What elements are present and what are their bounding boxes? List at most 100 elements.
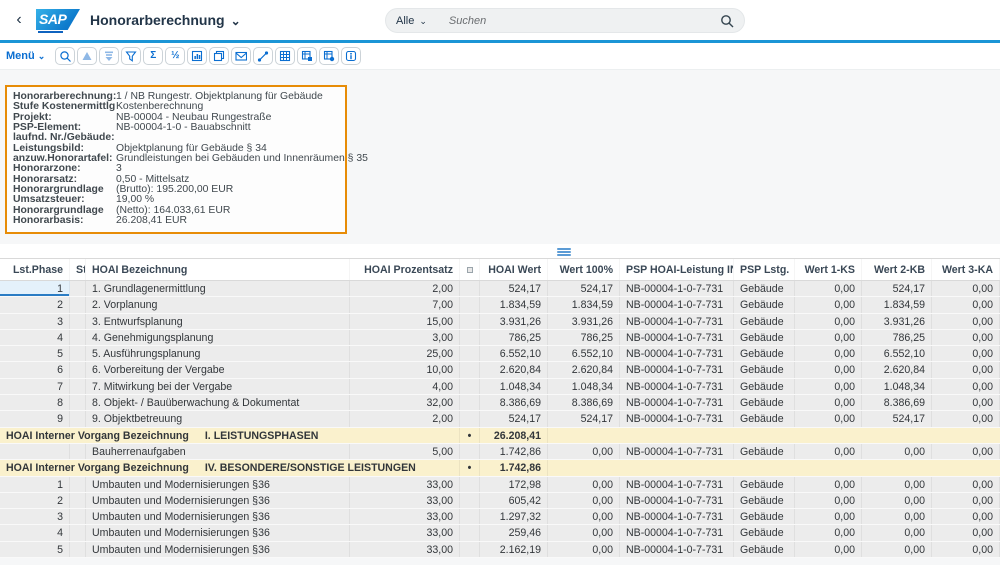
cell-dot[interactable] xyxy=(460,395,480,410)
link-button[interactable] xyxy=(253,47,273,65)
cell-phase[interactable]: 3 xyxy=(0,509,70,524)
search-bar[interactable]: Alle⌄ Suchen xyxy=(385,8,745,33)
cell-w3ka[interactable]: 0,00 xyxy=(932,444,1000,459)
table-row[interactable]: 1Umbauten und Modernisierungen §3633,001… xyxy=(0,477,1000,493)
table-row[interactable]: 66. Vorbereitung der Vergabe10,002.620,8… xyxy=(0,362,1000,378)
cell-st[interactable] xyxy=(70,444,86,459)
cell-proz[interactable]: 2,00 xyxy=(350,411,460,426)
cell-dot[interactable] xyxy=(460,493,480,508)
table-row[interactable]: 99. Objektbetreuung2,00524,17524,17NB-00… xyxy=(0,411,1000,427)
menu-button[interactable]: Menü⌄ xyxy=(6,50,45,62)
cell-phase[interactable] xyxy=(0,444,70,459)
cell-st[interactable] xyxy=(70,297,86,312)
cell-proz[interactable]: 15,00 xyxy=(350,314,460,329)
cell-st[interactable] xyxy=(70,330,86,345)
cell-bez[interactable]: 2. Vorplanung xyxy=(86,297,350,312)
cell-psp[interactable]: NB-00004-1-0-7-731 xyxy=(620,542,734,557)
search-scope-select[interactable]: Alle⌄ xyxy=(396,15,427,27)
cell-proz[interactable]: 33,00 xyxy=(350,509,460,524)
cell-lstg[interactable]: Gebäude xyxy=(734,395,795,410)
cell-psp[interactable]: NB-00004-1-0-7-731 xyxy=(620,395,734,410)
cell-bez[interactable]: Umbauten und Modernisierungen §36 xyxy=(86,525,350,540)
cell-dot[interactable] xyxy=(460,346,480,361)
cell-w3ka[interactable]: 0,00 xyxy=(932,525,1000,540)
cell-w2kb[interactable]: 8.386,69 xyxy=(862,395,932,410)
cell-wert[interactable]: 605,42 xyxy=(480,493,548,508)
cell-st[interactable] xyxy=(70,542,86,557)
cell-lstg[interactable]: Gebäude xyxy=(734,379,795,394)
cell-phase[interactable]: 2 xyxy=(0,493,70,508)
cell-wert[interactable]: 8.386,69 xyxy=(480,395,548,410)
cell-w100[interactable]: 8.386,69 xyxy=(548,395,620,410)
cell-w100[interactable]: 1.048,34 xyxy=(548,379,620,394)
cell-w1ks[interactable]: 0,00 xyxy=(795,281,862,296)
cell-bez[interactable]: 9. Objektbetreuung xyxy=(86,411,350,426)
cell-st[interactable] xyxy=(70,379,86,394)
column-header-w1ks[interactable]: Wert 1-KS xyxy=(795,259,862,280)
cell-w2kb[interactable]: 2.620,84 xyxy=(862,362,932,377)
cell-wert[interactable]: 1.048,34 xyxy=(480,379,548,394)
cell-psp[interactable]: NB-00004-1-0-7-731 xyxy=(620,314,734,329)
search-button[interactable] xyxy=(55,47,75,65)
cell-phase[interactable]: 7 xyxy=(0,379,70,394)
cell-proz[interactable]: 25,00 xyxy=(350,346,460,361)
cell-w2kb[interactable]: 6.552,10 xyxy=(862,346,932,361)
cell-bez[interactable]: Umbauten und Modernisierungen §36 xyxy=(86,493,350,508)
cell-w100[interactable]: 1.834,59 xyxy=(548,297,620,312)
cell-w3ka[interactable]: 0,00 xyxy=(932,281,1000,296)
cell-w3ka[interactable]: 0,00 xyxy=(932,542,1000,557)
sum-button[interactable]: Σ xyxy=(143,47,163,65)
cell-w100[interactable]: 524,17 xyxy=(548,281,620,296)
table-row[interactable]: 2 Umbauten und Modernisierungen §3633,00 6… xyxy=(0,493,1000,509)
cell-lstg[interactable]: Gebäude xyxy=(734,444,795,459)
cell-dot[interactable] xyxy=(460,379,480,394)
grid-button[interactable] xyxy=(275,47,295,65)
table-row[interactable]: 3Umbauten und Modernisierungen §3633,001… xyxy=(0,509,1000,525)
cell-proz[interactable]: 33,00 xyxy=(350,493,460,508)
cell-dot[interactable] xyxy=(460,542,480,557)
cell-st[interactable] xyxy=(70,346,86,361)
cell-phase[interactable]: 4 xyxy=(0,525,70,540)
cell-w1ks[interactable]: 0,00 xyxy=(795,379,862,394)
cell-psp[interactable]: NB-00004-1-0-7-731 xyxy=(620,509,734,524)
table-row[interactable]: 33. Entwurfsplanung15,003.931,263.931,26… xyxy=(0,314,1000,330)
cell-phase[interactable]: 5 xyxy=(0,346,70,361)
column-header-w100[interactable]: Wert 100% xyxy=(548,259,620,280)
cell-w1ks[interactable]: 0,00 xyxy=(795,314,862,329)
cell-dot[interactable] xyxy=(460,297,480,312)
cell-lstg[interactable]: Gebäude xyxy=(734,477,795,492)
cell-phase[interactable]: 6 xyxy=(0,362,70,377)
column-header-w2kb[interactable]: Wert 2-KB xyxy=(862,259,932,280)
table-row[interactable]: 5Umbauten und Modernisierungen §3633,002… xyxy=(0,542,1000,558)
cell-w1ks[interactable]: 0,00 xyxy=(795,362,862,377)
cell-psp[interactable]: NB-00004-1-0-7-731 xyxy=(620,444,734,459)
cell-st[interactable] xyxy=(70,493,86,508)
cell-bez[interactable]: 5. Ausführungsplanung xyxy=(86,346,350,361)
cell-bez[interactable]: 1. Grundlagenermittlung xyxy=(86,281,350,296)
cell-proz[interactable]: 32,00 xyxy=(350,395,460,410)
group-subtotal-row[interactable]: HOAI Interner Vorgang BezeichnungIV. BES… xyxy=(0,460,1000,476)
column-header-wert[interactable]: HOAI Wert xyxy=(480,259,548,280)
cell-lstg[interactable]: Gebäude xyxy=(734,362,795,377)
cell-psp[interactable]: NB-00004-1-0-7-731 xyxy=(620,379,734,394)
cell-phase[interactable]: 5 xyxy=(0,542,70,557)
cell-phase[interactable]: 2 xyxy=(0,297,70,312)
cell-dot[interactable] xyxy=(460,525,480,540)
cell-w3ka[interactable]: 0,00 xyxy=(932,509,1000,524)
cell-w2kb[interactable]: 0,00 xyxy=(862,542,932,557)
cell-lstg[interactable]: Gebäude xyxy=(734,493,795,508)
cell-psp[interactable]: NB-00004-1-0-7-731 xyxy=(620,346,734,361)
cell-bez[interactable]: 8. Objekt- / Bauüberwachung & Dokumentat xyxy=(86,395,350,410)
cell-w1ks[interactable]: 0,00 xyxy=(795,542,862,557)
cell-wert[interactable]: 172,98 xyxy=(480,477,548,492)
cell-lstg[interactable]: Gebäude xyxy=(734,297,795,312)
cell-bez[interactable]: 4. Genehmigungsplanung xyxy=(86,330,350,345)
table-row[interactable]: 44. Genehmigungsplanung3,00786,25786,25N… xyxy=(0,330,1000,346)
cell-wert[interactable]: 1.834,59 xyxy=(480,297,548,312)
cell-w1ks[interactable]: 0,00 xyxy=(795,395,862,410)
cell-lstg[interactable]: Gebäude xyxy=(734,509,795,524)
cell-psp[interactable]: NB-00004-1-0-7-731 xyxy=(620,525,734,540)
cell-phase[interactable]: 3 xyxy=(0,314,70,329)
cell-psp[interactable]: NB-00004-1-0-7-731 xyxy=(620,330,734,345)
table-row[interactable]: 88. Objekt- / Bauüberwachung & Dokumenta… xyxy=(0,395,1000,411)
